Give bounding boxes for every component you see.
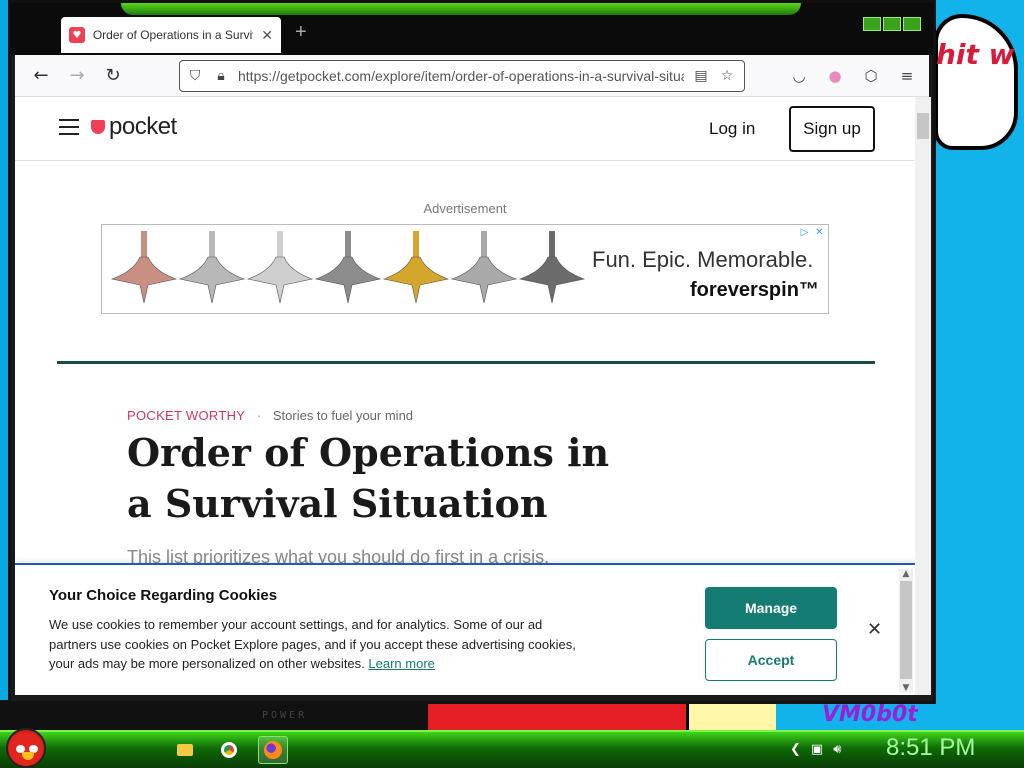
folder-icon <box>177 744 193 756</box>
signup-button[interactable]: Sign up <box>789 106 875 152</box>
taskbar-file-manager[interactable] <box>170 736 200 764</box>
pocket-save-icon[interactable]: ◡ <box>789 67 809 85</box>
spinning-top-icon <box>450 231 518 304</box>
page-scroll-thumb[interactable] <box>917 113 929 139</box>
vm-label: VM0b0t <box>822 702 918 727</box>
login-link[interactable]: Log in <box>709 119 755 139</box>
maximize-button[interactable] <box>883 17 901 31</box>
kicker-separator: · <box>256 408 262 423</box>
cookie-scroll-thumb[interactable] <box>900 581 912 679</box>
reader-view-icon[interactable]: ▤ <box>692 68 710 84</box>
spinning-top-icon <box>314 231 382 304</box>
cookie-banner: Your Choice Regarding Cookies We use coo… <box>15 563 915 695</box>
section-divider <box>57 361 875 364</box>
system-tray: ❮ ▣ 🔊︎ <box>790 742 841 757</box>
browser-tab[interactable]: ♥ Order of Operations in a Survival Situ… <box>61 17 281 53</box>
window-controls <box>863 17 921 31</box>
taskbar-firefox[interactable] <box>258 736 288 764</box>
address-bar[interactable]: ⛉ 🔒︎ https://getpocket.com/explore/item/… <box>179 60 745 92</box>
start-beak-icon <box>22 752 34 760</box>
kicker-brand[interactable]: POCKET WORTHY <box>127 408 245 423</box>
start-button[interactable] <box>6 728 46 768</box>
spinning-tops-image <box>110 231 586 304</box>
new-tab-button[interactable]: + <box>295 21 307 44</box>
minimize-button[interactable] <box>863 17 881 31</box>
spinning-top-icon <box>246 231 314 304</box>
taskbar: ❮ ▣ 🔊︎ 8:51 PM <box>0 728 1024 768</box>
extension-flag-icon[interactable]: ● <box>825 67 845 85</box>
shield-icon[interactable]: ⛉ <box>186 68 204 84</box>
pocket-favicon-icon: ♥ <box>69 27 85 43</box>
power-label: POWER <box>262 710 308 721</box>
taskbar-clock[interactable]: 8:51 PM <box>886 734 975 762</box>
accept-button[interactable]: Accept <box>705 639 837 681</box>
url-text[interactable]: https://getpocket.com/explore/item/order… <box>238 68 684 84</box>
wallpaper-red-panel <box>428 704 688 730</box>
ad-close-icon[interactable]: ✕ <box>813 226 826 239</box>
reload-icon[interactable]: ↻ <box>101 65 125 86</box>
ad-banner[interactable]: Fun. Epic. Memorable. foreverspin™ ▷ ✕ <box>101 224 829 314</box>
kicker-subtitle: Stories to fuel your mind <box>272 408 414 423</box>
spinning-top-icon <box>110 231 178 304</box>
cookie-close-icon[interactable]: ✕ <box>867 619 882 640</box>
tab-close-icon[interactable]: ✕ <box>261 27 273 44</box>
ad-tagline: Fun. Epic. Memorable. <box>592 247 814 272</box>
ad-choices-icon[interactable]: ▷ <box>798 226 811 239</box>
chrome-icon <box>221 742 237 758</box>
title-bar[interactable]: ♥ Order of Operations in a Survival Situ… <box>11 3 933 55</box>
spinning-top-icon <box>518 231 586 304</box>
pocket-logo-icon <box>91 120 105 134</box>
learn-more-link[interactable]: Learn more <box>368 656 434 671</box>
firefox-icon <box>264 741 282 759</box>
close-window-button[interactable] <box>903 17 921 31</box>
lock-icon[interactable]: 🔒︎ <box>212 68 230 84</box>
navigation-toolbar: ← → ↻ ⛉ 🔒︎ https://getpocket.com/explore… <box>15 55 929 97</box>
spinning-top-icon <box>178 231 246 304</box>
wallpaper-yellow-panel <box>686 700 776 730</box>
extensions-icon[interactable]: ⬡ <box>861 67 881 85</box>
hamburger-menu-icon[interactable] <box>59 119 79 135</box>
pocket-logo[interactable]: pocket <box>91 113 177 141</box>
title-bar-glow <box>121 3 801 15</box>
manage-button[interactable]: Manage <box>705 587 837 629</box>
article-title: Order of Operations in a Survival Situat… <box>127 430 610 526</box>
taskbar-chrome[interactable] <box>214 736 244 764</box>
tray-app-icon[interactable]: ❮ <box>790 742 801 757</box>
back-arrow-icon[interactable]: ← <box>29 65 53 86</box>
tab-title: Order of Operations in a Survival Situat… <box>92 28 253 42</box>
menu-icon[interactable]: ≡ <box>897 67 917 85</box>
taskbar-apps <box>170 736 288 764</box>
speech-bubble-text: hit w <box>936 38 1015 71</box>
network-icon[interactable]: ▣ <box>811 742 823 757</box>
site-header: pocket Log in Sign up <box>15 97 915 161</box>
cookie-scrollbar[interactable]: ▲ ▼ <box>899 569 913 693</box>
advertisement-label: Advertisement <box>423 201 507 216</box>
volume-icon[interactable]: 🔊︎ <box>833 742 841 757</box>
scroll-up-icon[interactable]: ▲ <box>899 569 913 579</box>
browser-window: ♥ Order of Operations in a Survival Situ… <box>8 0 936 704</box>
scroll-down-icon[interactable]: ▼ <box>899 683 913 693</box>
cookie-title: Your Choice Regarding Cookies <box>49 587 278 604</box>
forward-arrow-icon[interactable]: → <box>65 65 89 86</box>
article-kicker: POCKET WORTHY · Stories to fuel your min… <box>127 408 413 423</box>
cookie-body-text: We use cookies to remember your account … <box>49 617 576 671</box>
page-scrollbar[interactable] <box>915 97 931 695</box>
bookmark-star-icon[interactable]: ☆ <box>718 68 736 84</box>
pocket-logo-text: pocket <box>109 113 177 140</box>
spinning-top-icon <box>382 231 450 304</box>
ad-brand: foreverspin™ <box>690 279 819 301</box>
cookie-body: We use cookies to remember your account … <box>49 615 589 674</box>
page-viewport: pocket Log in Sign up Advertisement Fun.… <box>15 97 915 695</box>
ad-choices[interactable]: ▷ ✕ <box>798 226 826 239</box>
